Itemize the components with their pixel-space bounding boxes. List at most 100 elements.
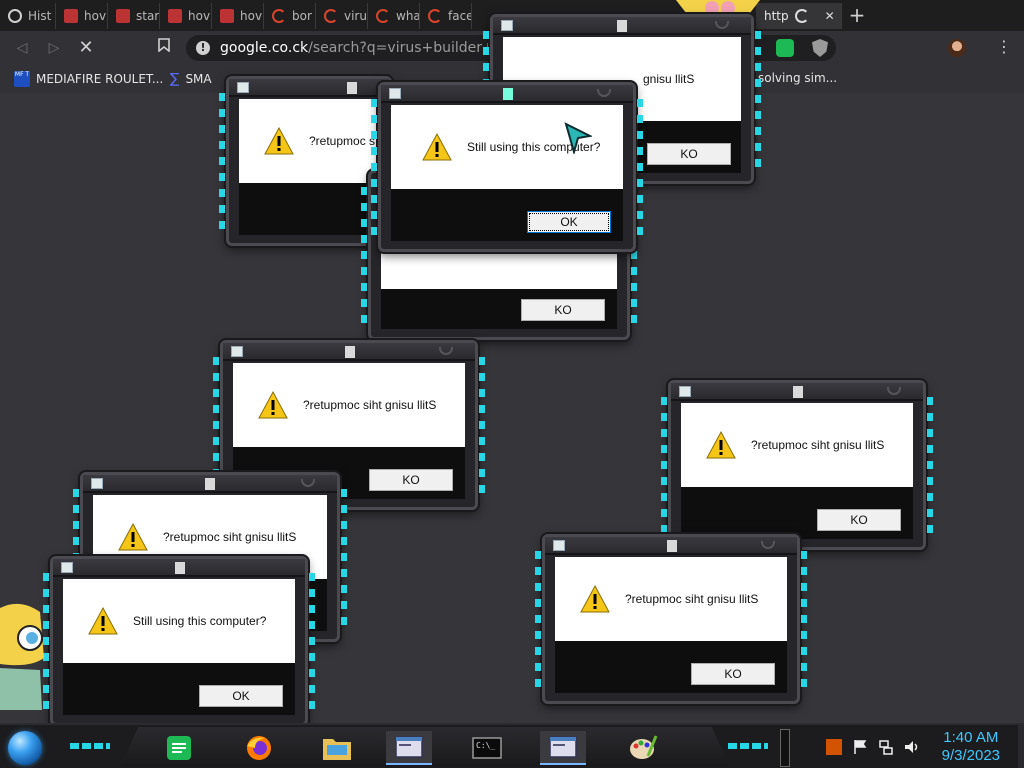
loading-icon: [324, 9, 338, 23]
tab-youtube-1[interactable]: hov: [56, 3, 108, 29]
tab-youtube-4[interactable]: hov: [212, 3, 264, 29]
system-tray: [826, 735, 920, 759]
dialog-window[interactable]: ?retupmoc siht gnisu llitS KO: [535, 534, 807, 704]
titlebar-ornament: [887, 387, 901, 395]
loading-icon: [376, 9, 390, 23]
ok-button[interactable]: KO: [647, 143, 731, 165]
taskbar: C:\_ 1:40 AM 9/3/2023: [0, 723, 1024, 768]
dialog-footer: KO: [681, 487, 913, 539]
ok-button[interactable]: KO: [691, 663, 775, 685]
window-icon: [553, 540, 565, 551]
dialog-message: ?retupmoc siht gnisu llitS: [163, 530, 297, 544]
close-tab-icon[interactable]: ✕: [825, 9, 835, 23]
window-icon[interactable]: [386, 731, 432, 765]
terminal-icon[interactable]: C:\_: [464, 731, 510, 765]
title-marker: [175, 562, 185, 574]
dialog-message: ?retupmoc siht gnisu llitS: [751, 438, 885, 452]
dialog-window[interactable]: Still using this computer? OK: [371, 82, 643, 252]
dialog-titlebar[interactable]: [545, 537, 797, 555]
dialog-body: Still using this computer?: [63, 579, 295, 663]
ok-button[interactable]: KO: [521, 299, 605, 321]
paint-icon[interactable]: [620, 731, 666, 765]
dialog-message: ?retupmoc siht gnisu llitS: [303, 398, 437, 412]
taskbar-ornament: [728, 743, 768, 749]
loading-icon: [428, 9, 442, 23]
tab-loading-4[interactable]: face: [420, 3, 472, 29]
firefox-icon[interactable]: [236, 731, 282, 765]
forward-icon[interactable]: ▷: [44, 38, 64, 58]
ok-button[interactable]: OK: [199, 685, 283, 707]
dialog-message: ?retupmoc siht gnisu llitS: [625, 592, 759, 606]
dialog-body: ?retupmoc s: [239, 99, 379, 183]
ok-button[interactable]: KO: [369, 469, 453, 491]
tab-loading-3[interactable]: wha: [368, 3, 420, 29]
taskbar-divider: [780, 729, 790, 767]
dialog-titlebar[interactable]: [223, 343, 475, 361]
show-desktop-button[interactable]: [1018, 725, 1024, 768]
new-tab-button[interactable]: +: [846, 5, 868, 27]
back-icon[interactable]: ◁: [12, 38, 32, 58]
menu-icon[interactable]: ⋮: [996, 37, 1012, 56]
dialog-titlebar[interactable]: [493, 17, 751, 35]
file-manager-icon[interactable]: [314, 731, 360, 765]
dialog-titlebar[interactable]: [229, 79, 389, 97]
history-icon: [8, 9, 22, 23]
mouse-cursor-icon: [564, 122, 592, 154]
window-icon: [237, 82, 249, 93]
dialog-body: ?retupmoc siht gnisu llitS: [233, 363, 465, 447]
spotify-extension-icon[interactable]: [776, 39, 794, 57]
sublime-icon[interactable]: [826, 739, 842, 755]
window-icon: [231, 346, 243, 357]
dialog-titlebar[interactable]: [83, 475, 337, 493]
notes-app-icon[interactable]: [156, 731, 202, 765]
warning-icon: [258, 390, 288, 419]
bookmark-sma[interactable]: ∑ SMA: [170, 71, 212, 87]
dialog-window[interactable]: Still using this computer? OK: [43, 556, 315, 726]
tab-loading-2[interactable]: viru: [316, 3, 368, 29]
tab-history[interactable]: Hist: [0, 3, 56, 29]
dialog-window[interactable]: ?retupmoc siht gnisu llitS KO: [661, 380, 933, 550]
warning-icon: [580, 584, 610, 613]
warning-icon: [422, 132, 452, 161]
titlebar-ornament: [715, 21, 729, 29]
tab-youtube-2[interactable]: star: [108, 3, 160, 29]
volume-icon[interactable]: [904, 739, 920, 755]
tab-loading-1[interactable]: bor: [264, 3, 316, 29]
svg-text:C:\_: C:\_: [476, 741, 495, 750]
mediafire-icon: MF T: [14, 71, 30, 87]
title-marker: [503, 88, 513, 100]
window-icon: [679, 386, 691, 397]
tab-active[interactable]: http ✕: [756, 3, 842, 29]
titlebar-ornament: [301, 479, 315, 487]
window-icon: [91, 478, 103, 489]
flag-icon[interactable]: [852, 739, 868, 755]
dialog-footer: KO: [381, 289, 617, 329]
dialog-titlebar[interactable]: [381, 85, 633, 103]
taskbar-clock[interactable]: 1:40 AM 9/3/2023: [942, 729, 1000, 765]
stop-loading-icon[interactable]: ✕: [76, 38, 96, 58]
dialog-footer: KO: [555, 641, 787, 693]
window-icon[interactable]: [540, 731, 586, 765]
warning-icon: [264, 126, 294, 155]
clock-date: 9/3/2023: [941, 747, 1000, 764]
title-marker: [345, 346, 355, 358]
title-marker: [205, 478, 215, 490]
bookmark-solving[interactable]: solving sim...: [758, 71, 837, 85]
title-marker: [617, 20, 627, 32]
site-info-icon[interactable]: !: [196, 41, 210, 55]
url-host: google.co.ck: [220, 40, 309, 56]
profile-avatar[interactable]: [948, 39, 966, 57]
bookmark-mediafire[interactable]: MF T MEDIAFIRE ROULET...: [14, 71, 163, 87]
ok-button[interactable]: OK: [527, 211, 611, 233]
window-icon: [61, 562, 73, 573]
dialog-titlebar[interactable]: [53, 559, 305, 577]
tab-youtube-3[interactable]: hov: [160, 3, 212, 29]
loading-icon: [272, 9, 286, 23]
title-marker: [347, 82, 357, 94]
dialog-titlebar[interactable]: [671, 383, 923, 401]
bookmark-icon[interactable]: [154, 38, 174, 58]
network-icon[interactable]: [878, 739, 894, 755]
window-icon: [389, 88, 401, 99]
start-button[interactable]: [8, 731, 42, 765]
ok-button[interactable]: KO: [817, 509, 901, 531]
